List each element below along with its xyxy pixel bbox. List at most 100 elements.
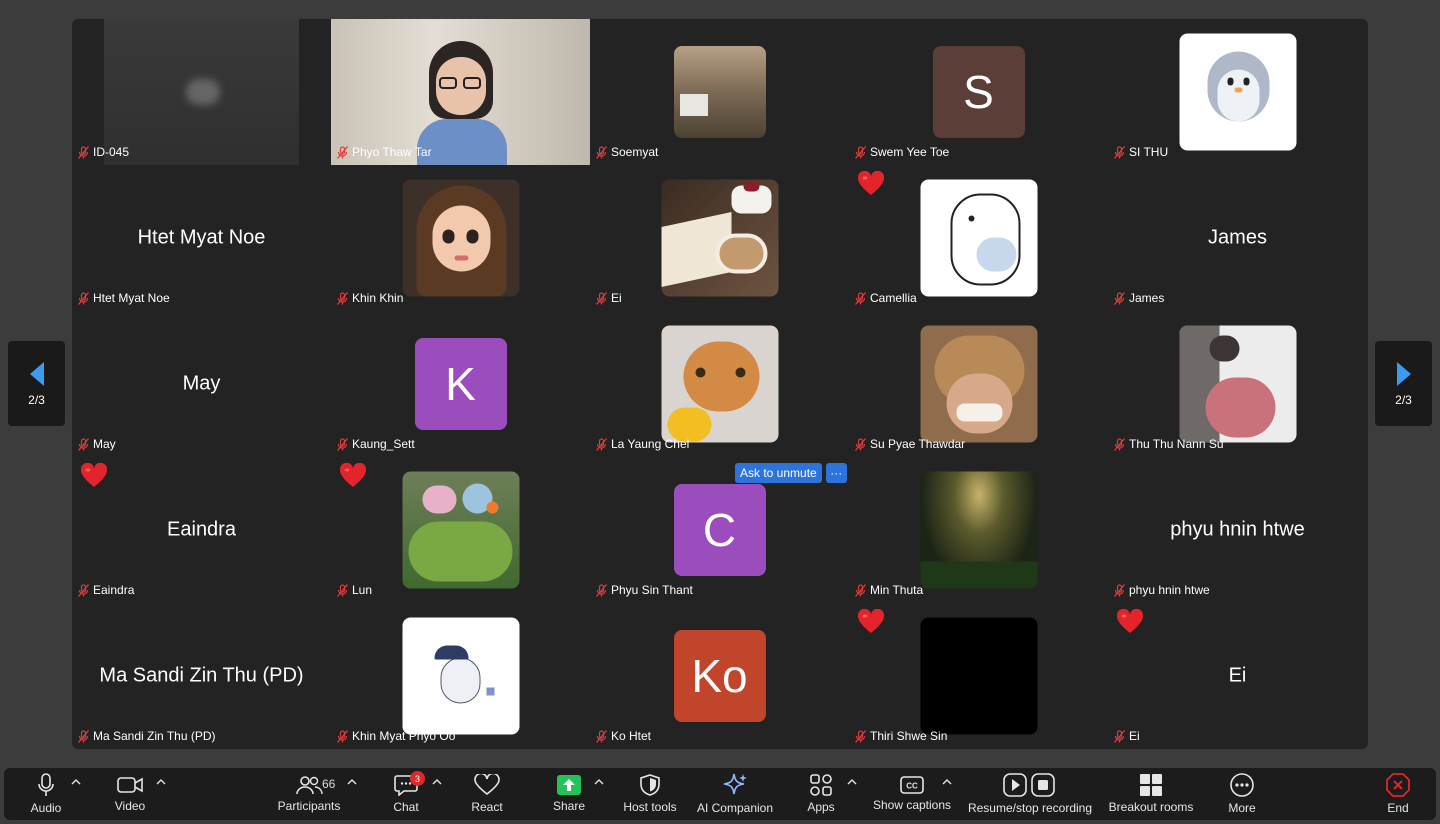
share-screen-icon (557, 775, 581, 795)
participant-tile[interactable]: Ei (590, 165, 849, 311)
participant-name: Htet Myat Noe (93, 291, 170, 305)
participant-initial-avatar: K (414, 338, 507, 430)
apps-button[interactable]: Apps (801, 768, 841, 820)
participant-name-label: Ko Htet (596, 729, 651, 743)
muted-mic-icon (596, 583, 607, 597)
captions-options-caret[interactable] (942, 778, 952, 786)
resume-stop-recording-button[interactable]: Resume/stop recording (966, 768, 1094, 820)
share-button[interactable]: Share (547, 768, 591, 820)
muted-mic-icon (337, 583, 348, 597)
participant-tile[interactable]: Ma Sandi Zin Thu (PD) Ma Sandi Zin Thu (P… (72, 603, 331, 749)
host-tools-label: Host tools (623, 800, 677, 814)
microphone-icon (38, 773, 54, 796)
participant-name-label: ID-045 (78, 145, 129, 159)
participant-name-label: Phyo Thaw Tar (337, 145, 432, 159)
ai-companion-button[interactable]: AI Companion (694, 768, 776, 820)
participant-tile[interactable]: May May (72, 311, 331, 457)
participants-icon (296, 776, 323, 795)
participant-name-label: Thu Thu Nann Su (1114, 437, 1224, 451)
participant-display-name: May (182, 372, 221, 395)
participant-tile[interactable]: Htet Myat Noe Htet Myat Noe (72, 165, 331, 311)
participant-name: ID-045 (93, 145, 130, 159)
participant-name-label: Khin Khin (337, 291, 403, 305)
participant-tile[interactable]: Thu Thu Nann Su (1108, 311, 1367, 457)
muted-mic-icon (855, 437, 866, 451)
participant-name: Lun (352, 583, 373, 597)
camera-icon (117, 777, 143, 793)
participants-options-caret[interactable] (347, 778, 357, 786)
chat-options-caret[interactable] (432, 778, 442, 786)
next-page-button[interactable]: 2/3 (1375, 341, 1432, 426)
participant-tile[interactable]: Eaindra Eaindra (72, 457, 331, 603)
apps-options-caret[interactable] (847, 778, 857, 786)
heart-reaction-icon (1116, 609, 1144, 633)
participant-name-label: Soemyat (596, 145, 658, 159)
muted-mic-icon (596, 437, 607, 451)
show-captions-button[interactable]: CC Show captions (870, 768, 954, 820)
participant-tile[interactable]: Soemyat (590, 19, 849, 165)
participant-tile[interactable]: Khin Khin (331, 165, 590, 311)
apps-label: Apps (807, 800, 835, 814)
arrow-right-icon (1396, 361, 1411, 386)
end-meeting-button[interactable]: End (1378, 768, 1418, 820)
participants-button[interactable]: Participants (274, 768, 344, 820)
participant-tile[interactable]: Camellia (849, 165, 1108, 311)
muted-mic-icon (596, 145, 607, 159)
share-options-caret[interactable] (594, 778, 604, 786)
shield-icon (640, 774, 660, 796)
participant-tile[interactable]: S Swem Yee Toe (849, 19, 1108, 165)
participant-tile[interactable]: K Kaung_Sett (331, 311, 590, 457)
participant-name: Ei (1129, 729, 1140, 743)
video-label: Video (114, 799, 146, 813)
participant-tile[interactable]: La Yaung Chel (590, 311, 849, 457)
participant-photo (920, 471, 1037, 589)
participant-photo (661, 325, 778, 443)
react-button[interactable]: React (467, 768, 507, 820)
participant-tile[interactable]: James James (1108, 165, 1367, 311)
audio-button[interactable]: Audio (26, 768, 66, 820)
participant-tile[interactable]: Su Pyae Thawdar (849, 311, 1108, 457)
participant-display-name: Eaindra (167, 518, 236, 541)
muted-mic-icon (337, 145, 348, 159)
participant-tile[interactable]: phyu hnin htwe phyu hnin htwe (1108, 457, 1367, 603)
ask-to-unmute-button[interactable]: Ask to unmute (735, 463, 822, 483)
muted-mic-icon (1114, 437, 1125, 451)
muted-mic-icon (78, 145, 89, 159)
participant-tile[interactable]: Ei Ei (1108, 603, 1367, 749)
muted-mic-icon (337, 729, 348, 743)
host-tools-button[interactable]: Host tools (618, 768, 682, 820)
participant-name: Su Pyae Thawdar (870, 437, 966, 451)
participants-count: 66 (322, 777, 336, 791)
participant-name-label: Lun (337, 583, 372, 597)
participant-tile[interactable]: Phyo Thaw Tar (331, 19, 590, 165)
participant-name: Phyo Thaw Tar (352, 145, 432, 159)
participant-tile[interactable]: Ko Ko Htet (590, 603, 849, 749)
participant-tile[interactable]: Min Thuta (849, 457, 1108, 603)
participant-name-label: Kaung_Sett (337, 437, 415, 451)
breakout-rooms-button[interactable]: Breakout rooms (1108, 768, 1194, 820)
apps-icon (810, 774, 832, 796)
meeting-toolbar: Audio Video Participants 66 Chat 3 React (4, 768, 1436, 820)
participant-name: Camellia (870, 291, 917, 305)
participant-tile[interactable]: ID-045 (72, 19, 331, 165)
more-button[interactable]: More (1222, 768, 1262, 820)
participant-name-label: SI THU (1114, 145, 1168, 159)
heart-outline-icon (474, 774, 500, 796)
tile-more-button[interactable]: ··· (825, 463, 847, 483)
participant-tile[interactable]: Lun (331, 457, 590, 603)
participant-photo (1179, 325, 1296, 443)
prev-page-button[interactable]: 2/3 (8, 341, 65, 426)
participant-photo (402, 179, 519, 297)
participant-tile[interactable]: Thiri Shwe Sin (849, 603, 1108, 749)
meeting-window: ID-045 Phyo Thaw Tar Soemyat S Swem Yee Toe S… (0, 0, 1440, 824)
video-options-caret[interactable] (156, 778, 166, 786)
participant-tile[interactable]: Khin Myat Phyo Oo (331, 603, 590, 749)
audio-label: Audio (30, 801, 62, 815)
audio-options-caret[interactable] (71, 778, 81, 786)
participant-tile[interactable]: SI THU (1108, 19, 1367, 165)
muted-mic-icon (1114, 145, 1125, 159)
sparkle-icon (723, 773, 747, 795)
participant-name: Khin Khin (352, 291, 404, 305)
participant-name-label: James (1114, 291, 1164, 305)
video-button[interactable]: Video (110, 768, 150, 820)
